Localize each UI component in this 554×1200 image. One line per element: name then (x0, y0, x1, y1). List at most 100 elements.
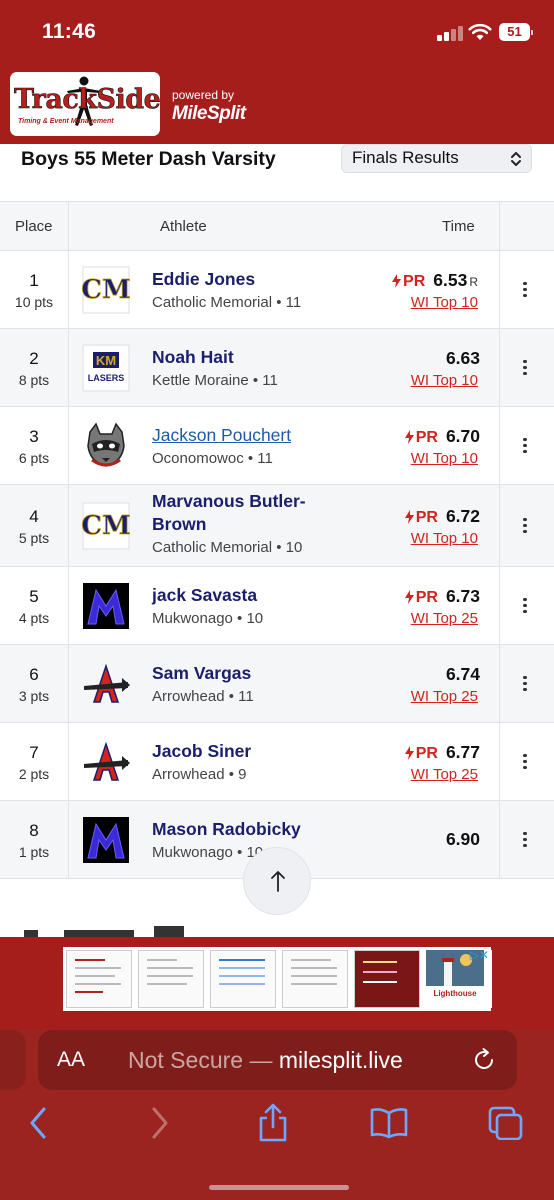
table-header: Place Athlete Time (0, 201, 554, 251)
kebab-menu-icon[interactable] (511, 829, 539, 854)
athlete-name[interactable]: Noah Hait (152, 346, 372, 369)
kebab-menu-icon[interactable] (511, 435, 539, 460)
place-points: 1 pts (18, 844, 50, 860)
place-cell: 7 2 pts (0, 743, 68, 782)
bookmarks-icon[interactable] (370, 1106, 408, 1140)
milesplit-logo[interactable]: MileSplit (172, 103, 246, 125)
table-row[interactable]: 4 5 pts CM Marvanous Butler-Brown Cathol… (0, 485, 554, 567)
ad-thumb-ledger (282, 950, 348, 1008)
ad-brand: Lighthouse (433, 989, 477, 998)
security-label: Not Secure — (128, 1047, 279, 1073)
pr-bolt-icon (404, 590, 414, 604)
place-number: 3 (29, 427, 39, 446)
state-rank-link[interactable]: WI Top 10 (411, 530, 478, 547)
athlete-name[interactable]: Jacob Siner (152, 740, 372, 763)
athlete-meta: Arrowhead • 11 (152, 688, 254, 705)
state-rank-link[interactable]: WI Top 25 (411, 688, 478, 705)
ad-thumb-invoice (138, 950, 204, 1008)
share-icon[interactable] (258, 1102, 288, 1142)
header-place: Place (15, 218, 53, 235)
time-cell: PR 6.73 (404, 586, 480, 608)
state-rank-link[interactable]: WI Top 10 (411, 450, 478, 467)
ad-banner[interactable]: Lighthouse ▷✕ (0, 937, 554, 1029)
arrowhead-logo (84, 663, 130, 703)
table-row[interactable]: 6 3 pts Sam Vargas Arrowhead • 11 6.74 W… (0, 645, 554, 723)
place-number: 5 (29, 587, 39, 606)
athlete-meta: Mukwonago • 10 (152, 610, 264, 627)
ad-content[interactable]: Lighthouse ▷✕ (63, 947, 492, 1011)
kebab-menu-icon[interactable] (511, 515, 539, 540)
forward-icon[interactable] (148, 1106, 170, 1140)
athlete-cell: jack Savasta Mukwonago • 10 (152, 584, 372, 627)
url-display[interactable]: Not Secure — milesplit.live (128, 1047, 403, 1074)
kebab-menu-icon[interactable] (511, 751, 539, 776)
pr-bolt-icon (404, 430, 414, 444)
place-points: 10 pts (14, 294, 54, 310)
ad-choices-icon[interactable]: ▷✕ (470, 948, 489, 962)
column-divider (68, 201, 69, 879)
back-icon[interactable] (28, 1106, 50, 1140)
state-rank-link[interactable]: WI Top 10 (411, 372, 478, 389)
time-value: 6.77 (445, 742, 480, 762)
reload-icon[interactable] (471, 1047, 497, 1073)
place-number: 4 (29, 507, 39, 526)
reader-settings-button[interactable]: AA (57, 1048, 85, 1072)
time-value: 6.73 (445, 586, 480, 606)
place-number: 7 (29, 743, 39, 762)
athlete-name[interactable]: Sam Vargas (152, 662, 372, 685)
table-row[interactable]: 1 10 pts CM Eddie Jones Catholic Memoria… (0, 251, 554, 329)
athlete-meta: Arrowhead • 9 (152, 766, 247, 783)
place-number: 1 (29, 271, 39, 290)
table-row[interactable]: 7 2 pts Jacob Siner Arrowhead • 9 PR 6.77… (0, 723, 554, 801)
athlete-cell: Sam Vargas Arrowhead • 11 (152, 662, 372, 705)
kebab-menu-icon[interactable] (511, 279, 539, 304)
table-row[interactable]: 5 4 pts jack Savasta Mukwonago • 10 PR 6.… (0, 567, 554, 645)
time-value: 6.90 (445, 829, 480, 849)
kebab-menu-icon[interactable] (511, 357, 539, 382)
home-indicator (209, 1185, 349, 1190)
select-chevron-icon (511, 152, 521, 166)
table-row[interactable]: 3 6 pts Jackson Pouchert Oconomowoc • 11… (0, 407, 554, 485)
athlete-name[interactable]: Marvanous Butler-Brown (152, 490, 342, 536)
place-cell: 1 10 pts (0, 271, 68, 310)
results-content: Boys 55 Meter Dash Varsity Finals Result… (0, 144, 554, 937)
time-cell: 6.90 (446, 829, 480, 851)
address-bar[interactable]: AA Not Secure — milesplit.live (38, 1030, 517, 1090)
athlete-meta: Kettle Moraine • 11 (152, 372, 278, 389)
place-points: 2 pts (18, 766, 50, 782)
state-rank-link[interactable]: WI Top 25 (411, 766, 478, 783)
state-rank-link[interactable]: WI Top 25 (411, 610, 478, 627)
battery-icon: 51 (499, 23, 533, 41)
pr-badge: PR (404, 509, 438, 526)
logo-wordmark: TrackSide (14, 84, 160, 116)
tabs-icon[interactable] (488, 1106, 524, 1140)
pr-label: PR (415, 509, 438, 526)
powered-by-label: powered by (172, 88, 235, 102)
pr-badge: PR (392, 273, 425, 290)
round-select[interactable]: Finals Results (341, 144, 532, 173)
kebab-menu-icon[interactable] (511, 673, 539, 698)
athlete-name[interactable]: jack Savasta (152, 584, 372, 607)
place-points: 4 pts (18, 610, 50, 626)
table-row[interactable]: 2 8 pts KM LASERS Noah Hait Kettle Morai… (0, 329, 554, 407)
time-value: 6.63 (445, 348, 480, 368)
previous-tab-edge[interactable] (0, 1030, 26, 1090)
round-select-value: Finals Results (352, 148, 459, 167)
time-cell: PR 6.77 (404, 742, 480, 764)
kebab-menu-icon[interactable] (511, 595, 539, 620)
safari-browser-bar: AA Not Secure — milesplit.live (0, 1029, 554, 1200)
arrow-up-icon (271, 871, 285, 892)
state-rank-link[interactable]: WI Top 10 (411, 294, 478, 311)
ad-thumb-blue-form (210, 950, 276, 1008)
athlete-name[interactable]: Eddie Jones (152, 268, 372, 291)
svg-text:LASERS: LASERS (88, 373, 125, 383)
pr-bolt-icon (404, 746, 414, 760)
time-suffix: R (469, 275, 478, 289)
time-cell: PR 6.72 (404, 506, 480, 528)
trackside-logo[interactable]: TrackSide Timing & Event Management (10, 72, 160, 136)
athlete-name[interactable]: Mason Radobicky (152, 818, 372, 841)
ad-thumb-form (66, 950, 132, 1008)
place-cell: 5 4 pts (0, 587, 68, 626)
scroll-to-top-button[interactable] (243, 847, 311, 915)
athlete-name[interactable]: Jackson Pouchert (152, 424, 372, 447)
